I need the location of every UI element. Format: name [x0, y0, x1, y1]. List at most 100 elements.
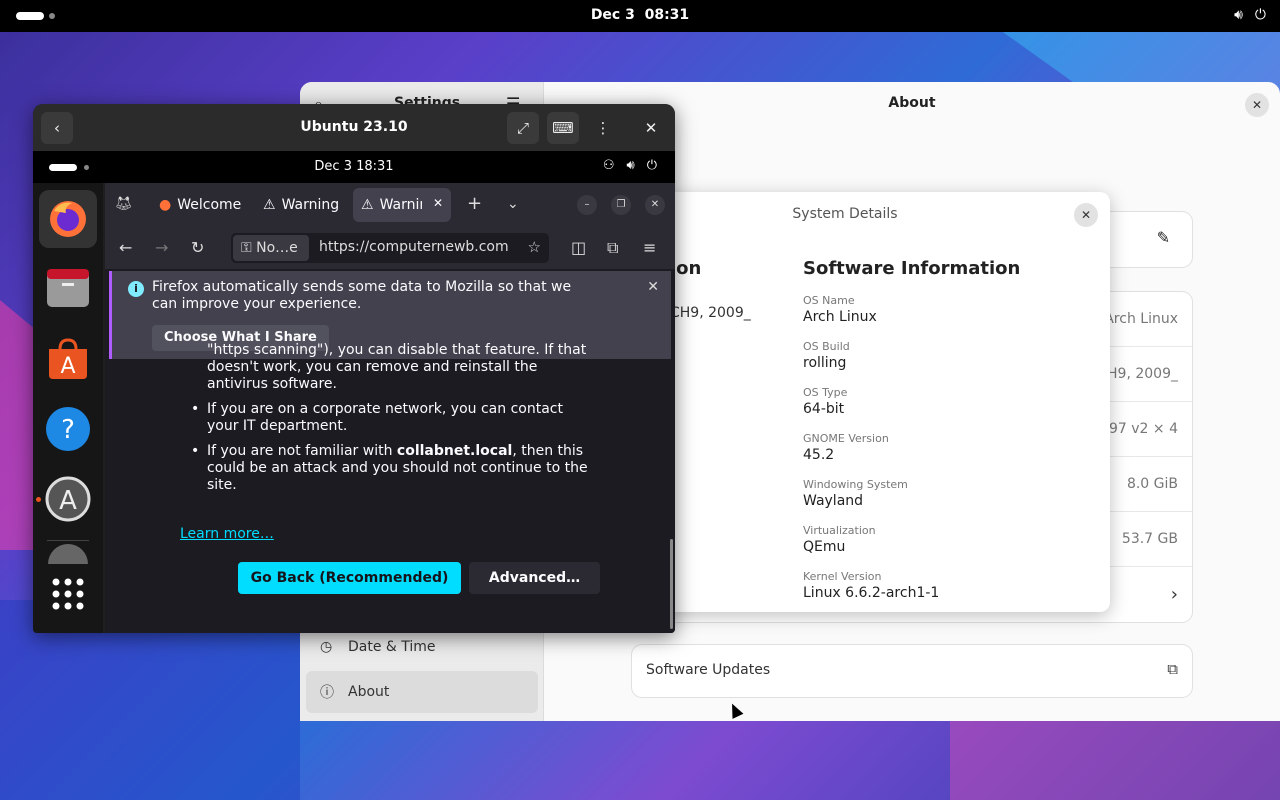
guest-clock[interactable]: Dec 3 18:31 [33, 159, 675, 174]
item-key: Virtualization [803, 524, 876, 537]
show-apps-button[interactable] [39, 565, 97, 623]
sidebar-item-label: Date & Time [348, 639, 436, 655]
advice-list: "https scanning"), you can disable that … [191, 342, 591, 502]
external-link-icon: ⧉ [1167, 660, 1178, 678]
hardware-info: ion CH9, 2009_ [670, 258, 751, 321]
tab-warning[interactable]: ⚠ Warning [255, 188, 341, 222]
advanced-button[interactable]: Advanced… [469, 562, 600, 594]
list-item: If you are on a corporate network, you c… [191, 401, 591, 435]
power-icon: ⏻ [646, 158, 657, 173]
firefox-view-icon[interactable]: 🦊︎ [115, 196, 133, 212]
item-value: Linux 6.6.2-arch1-1 [803, 585, 940, 601]
app-grid-icon [52, 578, 84, 610]
go-back-button[interactable]: Go Back (Recommended) [238, 562, 461, 594]
info-icon: ⓘ [320, 685, 334, 701]
extensions-icon[interactable]: ⧉ [607, 238, 618, 258]
dialog-close-button[interactable]: ✕ [1074, 203, 1098, 227]
hardware-heading: ion [670, 258, 702, 279]
item-value: 45.2 [803, 447, 835, 463]
close-notification-icon[interactable]: ✕ [647, 279, 659, 295]
svg-text:?: ? [61, 415, 75, 445]
firefox-launcher[interactable] [39, 190, 97, 248]
guest-system-tray[interactable]: ⚇ 🔊︎ ⏻ [603, 158, 657, 173]
files-icon [47, 269, 89, 307]
list-item: "https scanning"), you can disable that … [191, 342, 591, 393]
close-vm-button[interactable]: ✕ [635, 112, 667, 144]
firefox-favicon-icon: ● [159, 197, 172, 213]
pocket-icon[interactable]: ◫ [571, 238, 586, 257]
list-item-text: If you are on a corporate network, you c… [207, 401, 563, 434]
warning-icon: ⚠ [263, 197, 276, 213]
restore-button[interactable]: ❐ [611, 195, 631, 215]
item-value: Wayland [803, 493, 864, 509]
guest-top-bar: Dec 3 18:31 ⚇ 🔊︎ ⏻ [33, 151, 675, 183]
hardware-value: CH9, 2009_ [670, 305, 751, 321]
files-launcher[interactable] [39, 260, 97, 318]
gnome-version-item: GNOME Version 45.2 [803, 432, 889, 463]
minimize-button[interactable]: – [577, 195, 597, 215]
tab-warning-active[interactable]: ⚠ Warning ✕ [353, 188, 451, 222]
navigation-toolbar: ← → ↻ ⚿ No…e https://computernewb.com ☆ … [105, 227, 675, 269]
url-bar[interactable]: ⚿ No…e https://computernewb.com ☆ [231, 233, 549, 263]
power-icon: ⏻ [1254, 7, 1266, 23]
more-options-button[interactable]: ⋮ [587, 112, 619, 144]
chevron-right-icon: › [1170, 584, 1178, 605]
vm-window: ‹ Ubuntu 23.10 ⤢ ⌨ ⋮ ✕ Dec 3 18:31 ⚇ 🔊︎ … [33, 104, 675, 633]
list-item-text: "https scanning"), you can disable that … [207, 342, 587, 392]
software-info-heading: Software Information [803, 258, 1021, 279]
bookmark-star-icon[interactable]: ☆ [528, 238, 541, 256]
url-text[interactable]: https://computernewb.com [319, 239, 509, 255]
partial-launcher[interactable] [39, 540, 97, 564]
new-tab-icon[interactable]: + [467, 193, 482, 214]
ubuntu-dock: A ? A [33, 183, 103, 633]
scrollbar[interactable] [670, 539, 673, 629]
keyboard-button[interactable]: ⌨ [547, 112, 579, 144]
os-type-item: OS Type 64-bit [803, 386, 847, 417]
firefox-icon [50, 201, 86, 237]
svg-text:A: A [59, 486, 77, 516]
reload-icon[interactable]: ↻ [191, 238, 204, 257]
software-updates-row[interactable]: Software Updates ⧉ [632, 645, 1192, 697]
edit-icon[interactable]: ✎ [1157, 228, 1170, 247]
learn-more-link[interactable]: Learn more… [180, 526, 274, 542]
system-tray[interactable]: 🔊︎ ⏻ [1234, 7, 1266, 23]
forward-icon[interactable]: → [155, 238, 168, 257]
os-name-item: OS Name Arch Linux [803, 294, 877, 325]
network-icon: ⚇ [602, 158, 615, 173]
list-item: If you are not familiar with collabnet.l… [191, 443, 591, 494]
tab-label: Warning [379, 197, 422, 213]
software-updater-launcher[interactable]: A [39, 470, 97, 528]
notification-message: Firefox automatically sends some data to… [152, 279, 572, 312]
app-center-launcher[interactable]: A [39, 330, 97, 388]
svg-text:A: A [60, 354, 75, 379]
back-icon[interactable]: ← [119, 238, 132, 257]
item-key: GNOME Version [803, 432, 889, 445]
system-details-dialog: System Details ✕ ion CH9, 2009_ Software… [660, 192, 1110, 612]
item-value: QEmu [803, 539, 846, 555]
kernel-version-item: Kernel Version Linux 6.6.2-arch1-1 [803, 570, 939, 601]
sidebar-item-about[interactable]: ⓘ About [306, 671, 538, 713]
hamburger-menu-icon[interactable]: ≡ [643, 238, 656, 257]
virtualization-item: Virtualization QEmu [803, 524, 876, 555]
volume-icon: 🔊︎ [626, 158, 635, 173]
close-button[interactable]: ✕ [1245, 93, 1269, 117]
close-window-button[interactable]: ✕ [645, 195, 665, 215]
close-tab-icon[interactable]: ✕ [433, 196, 443, 210]
vm-header: ‹ Ubuntu 23.10 ⤢ ⌨ ⋮ ✕ [33, 104, 675, 151]
app-store-icon: A [49, 338, 87, 379]
list-item-text: If you are not familiar with [207, 443, 397, 459]
warning-page-content: "https scanning"), you can disable that … [105, 342, 675, 633]
help-launcher[interactable]: ? [39, 400, 97, 458]
updater-icon: A [45, 476, 91, 522]
dialog-title: System Details [792, 206, 898, 222]
tab-label: Welcome [177, 197, 242, 213]
list-tabs-icon[interactable]: ⌄ [507, 196, 519, 212]
clock[interactable]: Dec 3 08:31 [0, 7, 1280, 23]
site-identity-button[interactable]: ⚿ No…e [233, 235, 309, 261]
item-key: Windowing System [803, 478, 908, 491]
tab-welcome[interactable]: ● Welcome [151, 188, 247, 222]
fullscreen-button[interactable]: ⤢ [507, 112, 539, 144]
clock-icon: ◷ [320, 639, 333, 655]
top-bar: Dec 3 08:31 🔊︎ ⏻ [0, 0, 1280, 32]
os-build-item: OS Build rolling [803, 340, 850, 371]
